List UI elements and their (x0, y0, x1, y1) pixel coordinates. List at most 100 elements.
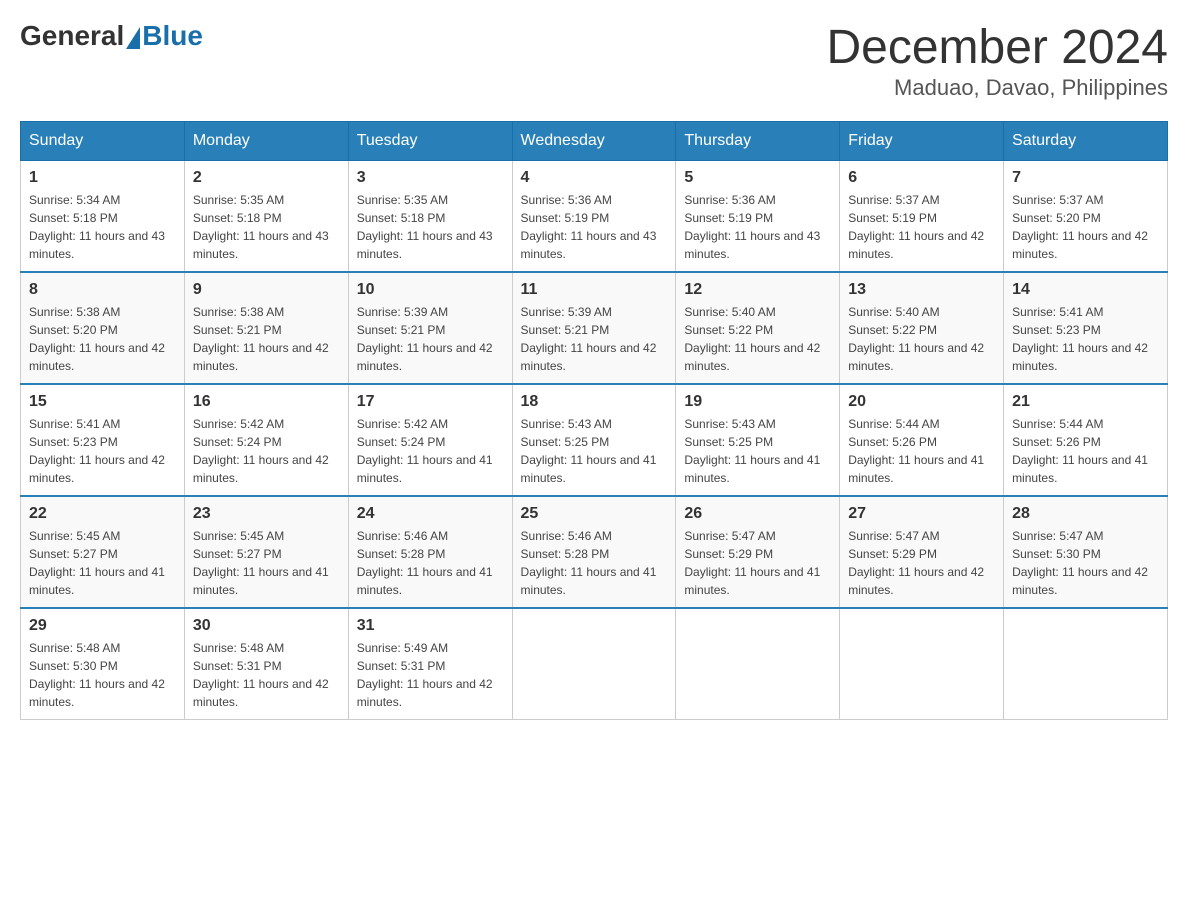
calendar-cell: 9 Sunrise: 5:38 AMSunset: 5:21 PMDaylight… (184, 272, 348, 384)
calendar-cell: 26 Sunrise: 5:47 AMSunset: 5:29 PMDayligh… (676, 496, 840, 608)
calendar-subtitle: Maduao, Davao, Philippines (826, 75, 1168, 101)
day-number: 5 (684, 169, 831, 187)
calendar-cell: 24 Sunrise: 5:46 AMSunset: 5:28 PMDayligh… (348, 496, 512, 608)
calendar-cell: 23Sunrise: 5:45 AMSunset: 5:27 PMDayligh… (184, 496, 348, 608)
day-number: 2 (193, 169, 340, 187)
day-number: 6 (848, 169, 995, 187)
day-info: Sunrise: 5:34 AMSunset: 5:18 PMDaylight:… (29, 191, 176, 263)
day-number: 10 (357, 281, 504, 299)
day-info: Sunrise: 5:46 AMSunset: 5:28 PMDaylight:… (357, 527, 504, 599)
day-info: Sunrise: 5:37 AMSunset: 5:19 PMDaylight:… (848, 191, 995, 263)
day-number: 7 (1012, 169, 1159, 187)
day-info: Sunrise: 5:44 AMSunset: 5:26 PMDaylight:… (848, 415, 995, 487)
day-info: Sunrise: 5:37 AMSunset: 5:20 PMDaylight:… (1012, 191, 1159, 263)
weekday-header-thursday: Thursday (676, 122, 840, 161)
day-info: Sunrise: 5:45 AMSunset: 5:27 PMDaylight:… (29, 527, 176, 599)
day-info: Sunrise: 5:48 AMSunset: 5:30 PMDaylight:… (29, 639, 176, 711)
calendar-cell: 2 Sunrise: 5:35 AMSunset: 5:18 PMDaylight… (184, 161, 348, 273)
day-number: 17 (357, 393, 504, 411)
calendar-cell: 28 Sunrise: 5:47 AMSunset: 5:30 PMDayligh… (1004, 496, 1168, 608)
day-info: Sunrise: 5:41 AMSunset: 5:23 PMDaylight:… (1012, 303, 1159, 375)
calendar-cell: 19Sunrise: 5:43 AMSunset: 5:25 PMDayligh… (676, 384, 840, 496)
calendar-cell: 6 Sunrise: 5:37 AMSunset: 5:19 PMDaylight… (840, 161, 1004, 273)
day-info: Sunrise: 5:36 AMSunset: 5:19 PMDaylight:… (684, 191, 831, 263)
day-info: Sunrise: 5:40 AMSunset: 5:22 PMDaylight:… (848, 303, 995, 375)
day-info: Sunrise: 5:47 AMSunset: 5:29 PMDaylight:… (684, 527, 831, 599)
day-info: Sunrise: 5:39 AMSunset: 5:21 PMDaylight:… (521, 303, 668, 375)
day-number: 14 (1012, 281, 1159, 299)
calendar-cell: 11 Sunrise: 5:39 AMSunset: 5:21 PMDayligh… (512, 272, 676, 384)
day-info: Sunrise: 5:47 AMSunset: 5:30 PMDaylight:… (1012, 527, 1159, 599)
logo-general-text: General (20, 20, 124, 52)
day-number: 19 (684, 393, 831, 411)
logo-triangle-icon (126, 27, 140, 49)
day-info: Sunrise: 5:35 AMSunset: 5:18 PMDaylight:… (193, 191, 340, 263)
day-number: 20 (848, 393, 995, 411)
calendar-cell (512, 608, 676, 720)
day-info: Sunrise: 5:41 AMSunset: 5:23 PMDaylight:… (29, 415, 176, 487)
day-number: 29 (29, 617, 176, 635)
calendar-cell: 21Sunrise: 5:44 AMSunset: 5:26 PMDayligh… (1004, 384, 1168, 496)
calendar-cell: 7 Sunrise: 5:37 AMSunset: 5:20 PMDaylight… (1004, 161, 1168, 273)
calendar-cell: 31 Sunrise: 5:49 AMSunset: 5:31 PMDayligh… (348, 608, 512, 720)
calendar-cell: 20 Sunrise: 5:44 AMSunset: 5:26 PMDayligh… (840, 384, 1004, 496)
day-info: Sunrise: 5:36 AMSunset: 5:19 PMDaylight:… (521, 191, 668, 263)
weekday-header-row: SundayMondayTuesdayWednesdayThursdayFrid… (21, 122, 1168, 161)
calendar-cell: 22 Sunrise: 5:45 AMSunset: 5:27 PMDayligh… (21, 496, 185, 608)
calendar-cell: 27Sunrise: 5:47 AMSunset: 5:29 PMDayligh… (840, 496, 1004, 608)
calendar-cell: 16Sunrise: 5:42 AMSunset: 5:24 PMDayligh… (184, 384, 348, 496)
calendar-cell: 12Sunrise: 5:40 AMSunset: 5:22 PMDayligh… (676, 272, 840, 384)
day-number: 21 (1012, 393, 1159, 411)
calendar-cell: 25 Sunrise: 5:46 AMSunset: 5:28 PMDayligh… (512, 496, 676, 608)
day-number: 15 (29, 393, 176, 411)
day-info: Sunrise: 5:46 AMSunset: 5:28 PMDaylight:… (521, 527, 668, 599)
calendar-cell (1004, 608, 1168, 720)
day-info: Sunrise: 5:40 AMSunset: 5:22 PMDaylight:… (684, 303, 831, 375)
calendar-cell: 14 Sunrise: 5:41 AMSunset: 5:23 PMDayligh… (1004, 272, 1168, 384)
calendar-cell: 29 Sunrise: 5:48 AMSunset: 5:30 PMDayligh… (21, 608, 185, 720)
day-number: 24 (357, 505, 504, 523)
calendar-cell: 8Sunrise: 5:38 AMSunset: 5:20 PMDaylight… (21, 272, 185, 384)
day-info: Sunrise: 5:35 AMSunset: 5:18 PMDaylight:… (357, 191, 504, 263)
weekday-header-tuesday: Tuesday (348, 122, 512, 161)
day-number: 3 (357, 169, 504, 187)
day-info: Sunrise: 5:43 AMSunset: 5:25 PMDaylight:… (521, 415, 668, 487)
weekday-header-monday: Monday (184, 122, 348, 161)
day-number: 31 (357, 617, 504, 635)
day-info: Sunrise: 5:42 AMSunset: 5:24 PMDaylight:… (357, 415, 504, 487)
calendar-cell (840, 608, 1004, 720)
day-number: 28 (1012, 505, 1159, 523)
day-info: Sunrise: 5:38 AMSunset: 5:21 PMDaylight:… (193, 303, 340, 375)
day-number: 27 (848, 505, 995, 523)
day-number: 26 (684, 505, 831, 523)
calendar-title: December 2024 (826, 20, 1168, 75)
calendar-cell: 4 Sunrise: 5:36 AMSunset: 5:19 PMDaylight… (512, 161, 676, 273)
weekday-header-sunday: Sunday (21, 122, 185, 161)
logo: General Blue (20, 20, 203, 52)
day-number: 4 (521, 169, 668, 187)
calendar-cell: 3 Sunrise: 5:35 AMSunset: 5:18 PMDaylight… (348, 161, 512, 273)
day-number: 22 (29, 505, 176, 523)
calendar-cell: 17 Sunrise: 5:42 AMSunset: 5:24 PMDayligh… (348, 384, 512, 496)
day-info: Sunrise: 5:45 AMSunset: 5:27 PMDaylight:… (193, 527, 340, 599)
weekday-header-saturday: Saturday (1004, 122, 1168, 161)
day-info: Sunrise: 5:38 AMSunset: 5:20 PMDaylight:… (29, 303, 176, 375)
day-number: 25 (521, 505, 668, 523)
title-area: December 2024 Maduao, Davao, Philippines (826, 20, 1168, 101)
day-info: Sunrise: 5:49 AMSunset: 5:31 PMDaylight:… (357, 639, 504, 711)
calendar-cell: 30Sunrise: 5:48 AMSunset: 5:31 PMDayligh… (184, 608, 348, 720)
calendar-cell: 18 Sunrise: 5:43 AMSunset: 5:25 PMDayligh… (512, 384, 676, 496)
header: General Blue December 2024 Maduao, Davao… (20, 20, 1168, 101)
calendar-cell: 1Sunrise: 5:34 AMSunset: 5:18 PMDaylight… (21, 161, 185, 273)
calendar-week-4: 22 Sunrise: 5:45 AMSunset: 5:27 PMDayligh… (21, 496, 1168, 608)
calendar-cell: 5 Sunrise: 5:36 AMSunset: 5:19 PMDaylight… (676, 161, 840, 273)
day-info: Sunrise: 5:39 AMSunset: 5:21 PMDaylight:… (357, 303, 504, 375)
calendar-week-1: 1Sunrise: 5:34 AMSunset: 5:18 PMDaylight… (21, 161, 1168, 273)
calendar-cell: 10 Sunrise: 5:39 AMSunset: 5:21 PMDayligh… (348, 272, 512, 384)
weekday-header-wednesday: Wednesday (512, 122, 676, 161)
calendar-cell: 13Sunrise: 5:40 AMSunset: 5:22 PMDayligh… (840, 272, 1004, 384)
calendar-table: SundayMondayTuesdayWednesdayThursdayFrid… (20, 121, 1168, 720)
day-number: 18 (521, 393, 668, 411)
day-number: 9 (193, 281, 340, 299)
day-number: 11 (521, 281, 668, 299)
